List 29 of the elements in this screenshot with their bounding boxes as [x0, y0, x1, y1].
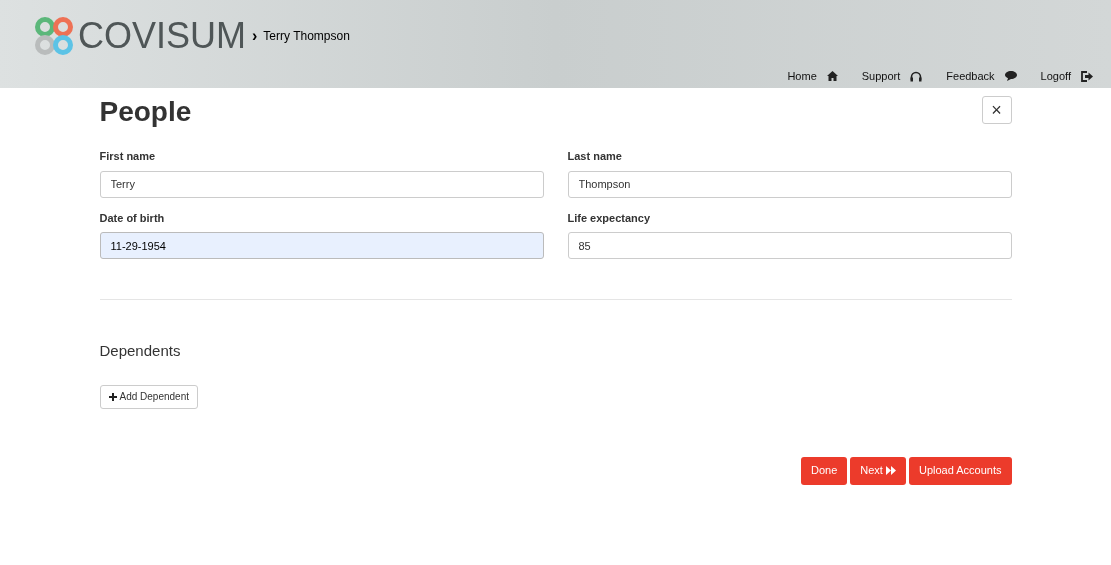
- breadcrumb-separator: ›: [252, 26, 258, 46]
- action-button[interactable]: Upload Accounts: [908, 456, 1012, 485]
- breadcrumb-link[interactable]: Terry Thompson: [263, 27, 350, 45]
- input-field[interactable]: Terry: [99, 170, 544, 198]
- logo-icon: [34, 16, 74, 56]
- nav-link[interactable]: Logoff: [1040, 68, 1093, 85]
- action-button[interactable]: Next: [850, 456, 906, 485]
- home-icon: [826, 71, 838, 82]
- logout-icon: [1081, 70, 1093, 82]
- input-field[interactable]: Thompson: [567, 170, 1012, 198]
- input-field[interactable]: 85: [567, 232, 1012, 259]
- field-label: Life expectancy: [567, 210, 652, 226]
- close-button[interactable]: ×: [981, 96, 1012, 124]
- field-label: Last name: [567, 149, 623, 164]
- page-title: People: [99, 96, 192, 128]
- headphones-icon: [910, 70, 923, 82]
- section-heading: Dependents: [99, 341, 182, 361]
- nav-link[interactable]: Support: [861, 68, 923, 85]
- speech-bubble-icon: [1004, 71, 1017, 82]
- nav-link[interactable]: Feedback: [946, 68, 1017, 85]
- field-label: First name: [99, 149, 157, 164]
- input-field[interactable]: 11-29-1954: [99, 232, 544, 259]
- nav-link[interactable]: Home: [787, 68, 838, 85]
- plus-icon: [108, 392, 117, 401]
- logo-text: COVISUM: [78, 18, 246, 54]
- field-label: Date of birth: [99, 210, 166, 226]
- fast-forward-icon: [885, 466, 896, 475]
- add-dependent-button[interactable]: Add Dependent: [99, 384, 198, 409]
- action-button[interactable]: Done: [801, 456, 848, 485]
